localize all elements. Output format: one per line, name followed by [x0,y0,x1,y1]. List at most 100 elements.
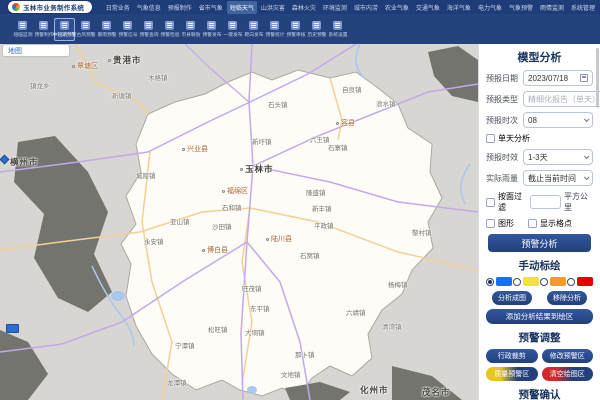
shape-checkbox[interactable] [486,219,495,228]
clear-draw-area-button[interactable]: 清空绘图区 [542,367,594,381]
color-option-0[interactable] [486,277,512,286]
tab-2[interactable]: 中短期预警 [54,18,75,41]
top-nav-item-15[interactable]: 系统管理 [568,1,598,14]
forecast-date-input[interactable]: 2023/07/18 [523,70,593,86]
map-label-county: 博白县 [202,245,228,255]
top-nav-item-8[interactable]: 城市内涝 [351,1,381,14]
color-radio-0[interactable] [486,278,494,286]
color-swatch-0 [496,277,512,286]
top-nav-item-12[interactable]: 电力气象 [475,1,505,14]
app-logo-icon [12,3,20,11]
top-nav-item-3[interactable]: 省市气象 [196,1,226,14]
place-marker-icon [72,65,75,68]
grid-checkbox[interactable] [528,219,537,228]
validity-select[interactable]: 1-3天 [523,149,593,165]
map-canvas[interactable]: 贵港市横州市玉林市化州市茂名市覃塘区兴业县容县福绵区陆川县博白县镇龙乡新塘镇木格… [0,44,478,400]
place-marker-icon [266,238,269,241]
color-radio-3[interactable] [567,278,575,286]
top-nav-item-10[interactable]: 交通气象 [413,1,443,14]
tab-label: 一键发布 [223,31,242,38]
map-label-town: 平政镇 [314,220,334,230]
chevron-down-icon [584,174,590,180]
panel-scrollbar[interactable] [596,48,599,108]
map-label-county: 覃塘区 [72,61,98,71]
tab-11[interactable]: 靶向发布 [243,18,264,41]
map-label-town: 木格镇 [148,72,168,82]
tab-label: 市县联防 [181,31,200,38]
single-day-checkbox[interactable] [486,134,495,143]
color-swatch-1 [523,277,539,286]
tab-label: 历史预警 [307,31,326,38]
color-option-3[interactable] [567,277,593,286]
forecast-time-label: 预报时次 [486,115,520,126]
warning-adjust-title: 预警调整 [486,330,593,345]
map-link-chip[interactable]: 地图 [3,45,69,56]
road-shield-badge [6,324,19,333]
document-icon [207,21,216,30]
map-label-town: 城隍镇 [136,170,156,180]
area-filter-input[interactable] [530,195,561,209]
tab-13[interactable]: 预警审核 [285,18,306,41]
tab-12[interactable]: 预警统计 [264,18,285,41]
tab-14[interactable]: 历史预警 [306,18,327,41]
tab-10[interactable]: 一键发布 [222,18,243,41]
color-option-1[interactable] [513,277,539,286]
top-nav-item-4[interactable]: 短临天气 [227,1,257,14]
tab-label: 预警统计 [265,31,284,38]
tab-6[interactable]: 预警查询 [138,18,159,41]
map-label-town: 新塘镇 [112,90,132,100]
top-nav-item-9[interactable]: 农业气象 [382,1,412,14]
map-label-city: 贵港市 [108,54,142,66]
document-icon [291,21,300,30]
forecast-type-placeholder: 精细化报告（单天） [528,94,600,105]
admin-clip-button[interactable]: 行政裁剪 [486,349,538,363]
top-bar: 玉林市业务制作系统 日常业务气象信息预报制作省市气象短临天气山洪灾害森林火灾环境… [0,0,600,14]
tab-15[interactable]: 系统设置 [327,18,348,41]
document-icon [39,21,48,30]
tab-5[interactable]: 预警信号 [117,18,138,41]
document-icon [123,21,132,30]
top-nav-item-14[interactable]: 雨情监测 [537,1,567,14]
tab-label: 预警审核 [286,31,305,38]
modify-warning-zone-button[interactable]: 修改预警区 [542,349,594,363]
tab-8[interactable]: 市县联防 [180,18,201,41]
analysis-to-image-button[interactable]: 分析成图 [492,291,532,305]
add-result-to-draw-area-button[interactable]: 添加分析结果到绘区 [486,309,593,324]
top-nav-item-1[interactable]: 气象信息 [134,1,164,14]
remove-analysis-button[interactable]: 移除分析 [547,291,587,305]
top-nav-item-13[interactable]: 气象预警 [506,1,536,14]
color-radio-2[interactable] [540,278,548,286]
tab-1[interactable]: 预警制作 [33,18,54,41]
top-nav-item-11[interactable]: 海洋气象 [444,1,474,14]
app-window: 玉林市业务制作系统 日常业务气象信息预报制作省市气象短临天气山洪灾害森林火灾环境… [0,0,600,400]
color-swatch-2 [550,277,566,286]
tab-7[interactable]: 预警检验 [159,18,180,41]
tab-label: 暴雨预警 [97,31,116,38]
forecast-time-value: 08 [528,116,537,125]
area-filter-checkbox[interactable] [486,198,495,207]
map-label-town: 东平镇 [250,303,270,313]
tab-3[interactable]: 台风预警 [75,18,96,41]
document-icon [165,21,174,30]
tab-4[interactable]: 暴雨预警 [96,18,117,41]
forecast-type-input[interactable]: 精细化报告（单天） [523,91,600,107]
chevron-down-icon [584,116,590,122]
place-marker-icon [182,148,185,151]
top-nav-item-7[interactable]: 环境监测 [320,1,350,14]
rainfall-select[interactable]: 截止当前时间 [523,170,593,186]
color-radio-1[interactable] [513,278,521,286]
tab-9[interactable]: 预警发布 [201,18,222,41]
map-label-town: 自良镇 [342,84,362,94]
forecast-time-select[interactable]: 08 [523,112,593,128]
top-nav-item-0[interactable]: 日常业务 [103,1,133,14]
quality-warning-zone-button[interactable]: 质量预警区 [486,367,538,381]
chevron-down-icon [584,153,590,159]
top-nav-item-2[interactable]: 预报制作 [165,1,195,14]
top-nav-item-6[interactable]: 森林火灾 [289,1,319,14]
top-nav-item-5[interactable]: 山洪灾害 [258,1,288,14]
analyze-button[interactable]: 预警分析 [488,234,591,252]
map-label-town: 石和镇 [222,202,242,212]
app-title: 玉林市业务制作系统 [23,2,84,12]
color-option-2[interactable] [540,277,566,286]
tab-0[interactable]: 短临监测 [12,18,33,41]
